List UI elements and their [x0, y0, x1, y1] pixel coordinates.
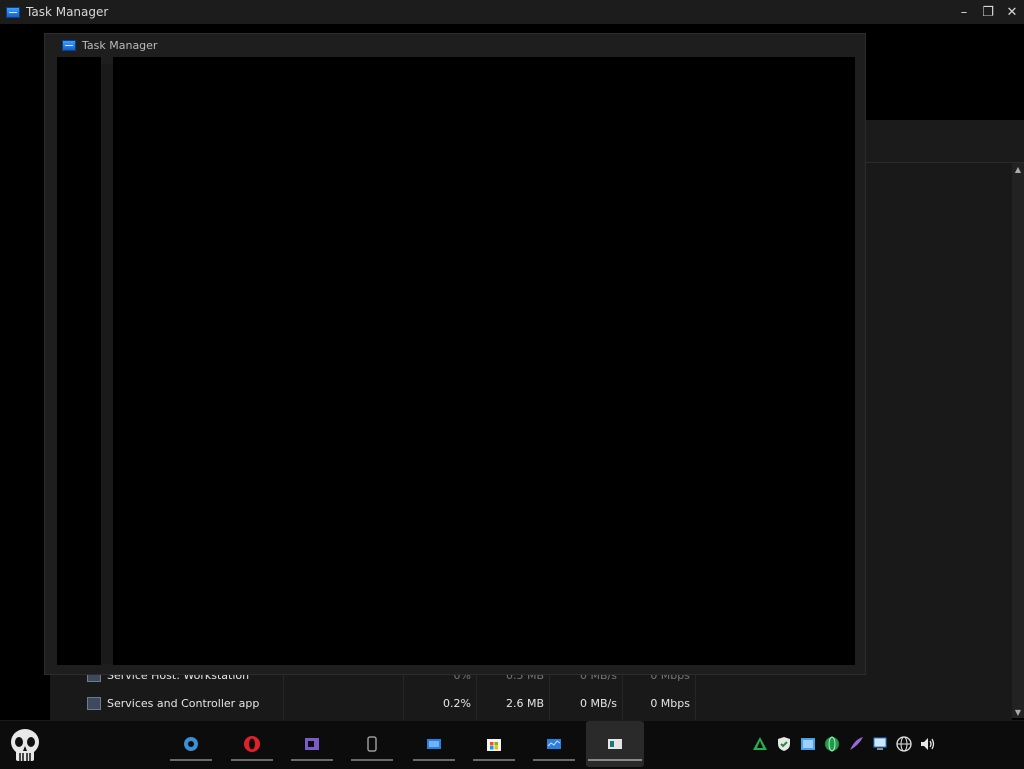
taskbar-task-manager[interactable]: [531, 721, 577, 767]
monitor-icon[interactable]: [870, 734, 890, 754]
ghost-window[interactable]: Task Manager: [44, 33, 866, 675]
visual-studio-icon: [305, 738, 319, 750]
cpu-cell: 0.2%: [443, 697, 471, 710]
taskbar-remote-desktop[interactable]: [411, 721, 457, 767]
disk-cell: 0 MB/s: [580, 697, 617, 710]
taskbar-settings[interactable]: [168, 721, 214, 767]
shield-check-icon[interactable]: [774, 734, 794, 754]
scroll-up-icon[interactable]: ▲: [1012, 163, 1024, 175]
running-indicator: [588, 759, 642, 761]
taskbar-active-window[interactable]: [586, 721, 644, 767]
network-drive-icon[interactable]: [798, 734, 818, 754]
running-indicator: [351, 759, 393, 761]
system-tray: [750, 721, 942, 767]
ghost-content-area: [113, 57, 855, 665]
microsoft-store-icon: [487, 739, 501, 751]
minimize-button[interactable]: –: [952, 0, 976, 24]
network-globe-icon[interactable]: [894, 734, 914, 754]
opera-icon: [244, 736, 260, 752]
running-indicator: [291, 759, 333, 761]
table-row[interactable]: Services and Controller app 0.2% 2.6 MB …: [50, 690, 1012, 718]
volume-icon[interactable]: [918, 734, 938, 754]
running-indicator: [170, 759, 212, 761]
main-titlebar: Task Manager – ❐ ✕: [0, 0, 1024, 24]
phone-link-icon: [367, 736, 377, 752]
taskbar-opera[interactable]: [229, 721, 275, 767]
window-title: Task Manager: [26, 5, 109, 19]
taskbar-microsoft-store[interactable]: [471, 721, 517, 767]
up-arrow-green-icon[interactable]: [750, 734, 770, 754]
ghost-titlebar[interactable]: Task Manager: [45, 34, 865, 56]
skull-icon[interactable]: [8, 727, 42, 765]
details-panel-header: [866, 120, 1024, 163]
ghost-splitter[interactable]: [101, 64, 113, 664]
vertical-scrollbar[interactable]: ▲ ▼: [1012, 163, 1024, 718]
running-indicator: [533, 759, 575, 761]
restore-button[interactable]: ❐: [976, 0, 1000, 24]
globe-sync-icon[interactable]: [822, 734, 842, 754]
services-app-icon: [87, 697, 101, 710]
task-manager-icon: [6, 6, 20, 18]
running-indicator: [413, 759, 455, 761]
network-cell: 0 Mbps: [650, 697, 690, 710]
settings-icon: [184, 737, 198, 751]
running-indicator: [231, 759, 273, 761]
feather-icon[interactable]: [846, 734, 866, 754]
window-controls: – ❐ ✕: [952, 0, 1024, 24]
task-manager-icon: [62, 39, 76, 51]
task-manager-icon: [547, 739, 561, 749]
taskbar: [0, 720, 1024, 769]
memory-cell: 2.6 MB: [505, 697, 544, 710]
ghost-nav-pane: [57, 57, 101, 665]
details-panel: [866, 163, 1012, 668]
process-name: Services and Controller app: [107, 697, 260, 710]
remote-desktop-icon: [427, 739, 441, 749]
taskbar-visual-studio[interactable]: [289, 721, 335, 767]
taskbar-phone-link[interactable]: [349, 721, 395, 767]
ghost-window-title: Task Manager: [82, 38, 158, 52]
active-window-icon: [608, 739, 622, 749]
scroll-down-icon[interactable]: ▼: [1012, 706, 1024, 718]
close-button[interactable]: ✕: [1000, 0, 1024, 24]
running-indicator: [473, 759, 515, 761]
